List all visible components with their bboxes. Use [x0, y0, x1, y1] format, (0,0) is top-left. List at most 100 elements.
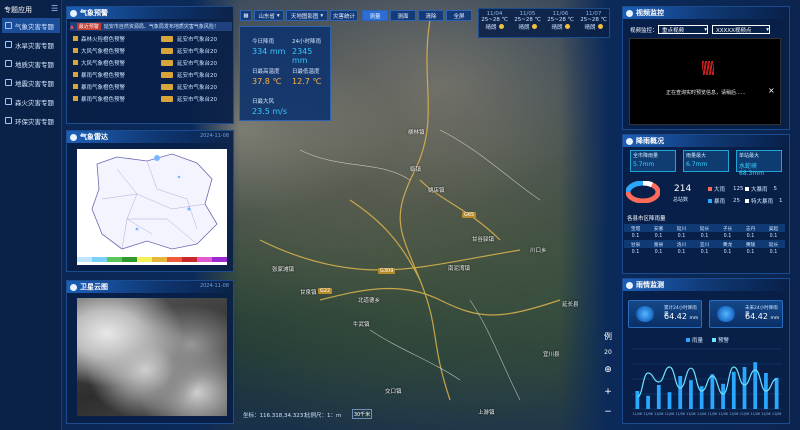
sidebar-item-geology[interactable]: 地质灾害专题: [2, 56, 60, 71]
min-temp-stat: 日最低温度 12.7 ℃: [292, 69, 322, 86]
tick-label: 11/06: [718, 412, 727, 416]
map-label: 川口乡: [530, 248, 547, 254]
tab-measure-area[interactable]: 测面: [390, 10, 416, 21]
scale-button[interactable]: 30千米: [352, 409, 372, 419]
zoom-out-button[interactable]: −: [602, 406, 614, 418]
rain-card-past: 累计24小时降雨量 64.42 mm: [628, 300, 702, 328]
sun-icon: [564, 24, 570, 29]
close-icon[interactable]: ×: [768, 86, 775, 95]
bar: [710, 374, 715, 409]
rainfall-donut: [626, 181, 660, 203]
warning-icon: [70, 9, 77, 17]
chevron-down-icon: ▾: [320, 12, 324, 19]
legend-swatch: [708, 199, 712, 203]
forecast-day: 11/05 25~28 ℃ 晴朗: [514, 11, 541, 31]
warning-item[interactable]: 大风气象橙色预警 延安市气象台20: [73, 46, 237, 55]
collapse-icon[interactable]: ☰: [51, 4, 58, 13]
rainfall-box: 全市降雨量 5.7mm: [630, 150, 676, 172]
tick-label: 11/06: [654, 412, 663, 416]
today-rain-stat: 今日降雨 334 mm: [252, 39, 286, 56]
zoom-in-button[interactable]: +: [602, 386, 614, 398]
grid-icon[interactable]: ▦: [240, 10, 252, 21]
sidebar-item-earthquake[interactable]: 地震灾害专题: [2, 75, 60, 90]
sidebar: 专题应用 ☰ 气象灾害专题 水旱灾害专题 地质灾害专题 地震灾害专题 森火灾害专…: [0, 0, 62, 430]
video-status: 正在查询实时预览信息，请稍后......: [666, 90, 746, 96]
warning-icon: [73, 48, 78, 53]
total-stations-value: 214: [674, 184, 692, 194]
forecast-day: 11/06 25~28 ℃ 晴朗: [547, 11, 574, 31]
map-label: 临镇: [410, 167, 422, 173]
bar: [689, 380, 693, 409]
sidebar-item-environment[interactable]: 环保灾害专题: [2, 113, 60, 128]
bar: [721, 383, 725, 409]
camera-select[interactable]: XXXXX视频点 ▾: [712, 25, 770, 34]
map-label: 上游镇: [478, 410, 495, 416]
camera-icon: [626, 9, 633, 17]
loading-icon: [702, 61, 714, 75]
warning-item[interactable]: 暴雨气象橙色预警 延安市气象台20: [73, 70, 237, 79]
legend-item: 大暴雨 5: [745, 185, 777, 193]
radar-map: [77, 153, 227, 262]
weather-stats-box: 今日降雨 334 mm 24小时降雨 2345 mm 日最高温度 37.8 ℃ 日最低…: [239, 26, 331, 121]
warning-panel: 气象预警 ▲ 最近预警 延安市自然资源局、气象局发布地质灾害气象风险！ 森林火险…: [66, 6, 237, 124]
rainfall-box: 单站最大 水蛇峡 68.3mm: [736, 150, 782, 177]
table-header-row: 宝塔 安塞 延川 延长 子长 志丹 吴起: [624, 224, 785, 232]
rain-icon: [626, 137, 633, 145]
warning-icon: [73, 72, 78, 77]
warning-icon: [73, 60, 78, 65]
level-badge: [161, 95, 173, 102]
map-label: 交口镇: [385, 389, 402, 395]
video-filter-select[interactable]: 重点视频 ▾: [658, 25, 708, 34]
warning-item[interactable]: 暴雨气象橙色预警 延安市气象台20: [73, 94, 237, 103]
warning-item[interactable]: 暴雨气象橙色预警 延安市气象台20: [73, 82, 237, 91]
cloud-icon: [626, 281, 633, 289]
video-filter-label: 视频监控：: [630, 27, 658, 34]
sidebar-item-flood[interactable]: 水旱灾害专题: [2, 37, 60, 52]
legend-button[interactable]: 例: [602, 330, 614, 342]
tab-measure-length[interactable]: 测量: [362, 10, 388, 21]
radar-image[interactable]: [77, 149, 227, 265]
level-badge: [161, 71, 173, 78]
radar-date: 2024-11-08: [199, 133, 229, 139]
tab-fullscreen[interactable]: 全屏: [446, 10, 472, 21]
radar-panel: 气象雷达 2024-11-08: [66, 130, 235, 272]
sidebar-title: 专题应用: [4, 6, 32, 14]
total-stations-label: 总站数: [673, 197, 689, 203]
region-select[interactable]: 山东省 ▾: [254, 10, 284, 21]
road-label: G309: [378, 268, 396, 274]
video-player[interactable]: 正在查询实时预览信息，请稍后...... ×: [629, 38, 781, 125]
tick-label: 11/06: [772, 412, 781, 416]
bar: [774, 377, 779, 409]
legend-swatch: [712, 338, 716, 342]
satellite-date: 2024-11-08: [199, 283, 229, 289]
bar: [731, 371, 736, 409]
sun-icon: [498, 24, 504, 29]
chart-legend-item: 预警: [712, 336, 729, 344]
county-table-title: 各县市区降雨量: [627, 216, 666, 222]
sun-icon: [531, 24, 537, 29]
map-label: 南泥湾镇: [448, 266, 471, 272]
tick-label: 11/06: [740, 412, 749, 416]
warning-item[interactable]: 大风气象橙色预警 延安市气象台20: [73, 58, 237, 67]
tab-clear[interactable]: 清除: [418, 10, 444, 21]
locate-icon[interactable]: ⊕: [602, 364, 614, 376]
bar: [742, 367, 747, 409]
sidebar-item-weather[interactable]: 气象灾害专题: [2, 18, 60, 33]
map-type-select[interactable]: 天地图影图 ▾: [286, 10, 328, 21]
satellite-image[interactable]: [77, 298, 227, 416]
chevron-down-icon: ▾: [704, 26, 707, 33]
warning-item[interactable]: 森林火险橙色预警 延安市气象台20: [73, 34, 237, 43]
tick-label: 11/06: [665, 412, 674, 416]
warning-banner[interactable]: ▲ 最近预警 延安市自然资源局、气象局发布地质灾害气象风险！: [70, 22, 232, 31]
map-label: 姚店镇: [428, 188, 445, 194]
chevron-down-icon: ▾: [276, 12, 280, 19]
table-row: 0.1 0.1 0.1 0.1 0.1 0.1 0.1: [631, 249, 778, 255]
folder-icon: [5, 60, 12, 67]
tick-label: 11/06: [761, 412, 770, 416]
tick-label: 11/06: [676, 412, 685, 416]
rainfall-box: 雨量最大 6.7mm: [683, 150, 729, 172]
stats-button[interactable]: 灾害统计: [330, 10, 358, 21]
panel-header: 雨情监测: [623, 279, 791, 291]
sidebar-item-forest-fire[interactable]: 森火灾害专题: [2, 94, 60, 109]
bar: [667, 392, 672, 409]
